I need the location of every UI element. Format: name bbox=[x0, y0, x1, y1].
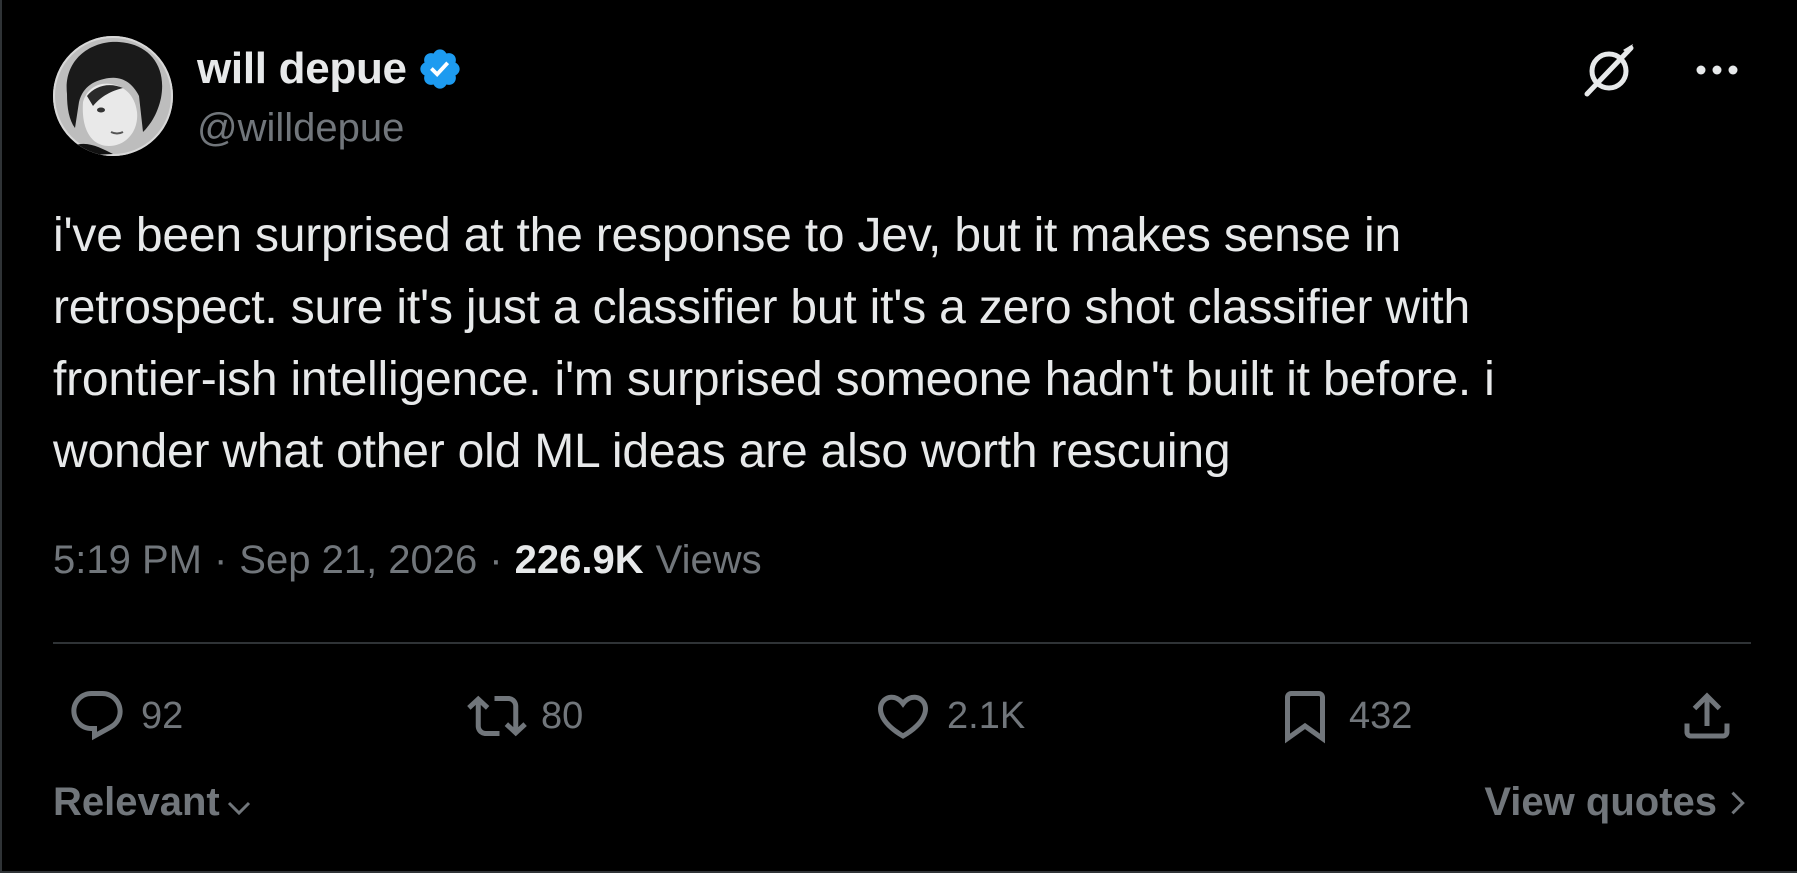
meta-separator: · bbox=[213, 538, 228, 582]
views-count[interactable]: 226.9K bbox=[515, 538, 644, 583]
like-count: 2.1K bbox=[947, 694, 1026, 737]
share-icon bbox=[1684, 692, 1730, 739]
avatar-image bbox=[53, 36, 173, 156]
reply-count: 92 bbox=[141, 694, 184, 737]
repost-button[interactable]: 80 bbox=[467, 680, 583, 752]
heart-icon bbox=[877, 694, 929, 739]
reply-button[interactable]: 92 bbox=[67, 680, 183, 752]
grok-icon[interactable] bbox=[1579, 40, 1639, 100]
tweet-header: will depue @willdepue bbox=[53, 36, 1747, 158]
tweet-footer: Relevant View quotes bbox=[53, 780, 1751, 840]
bookmark-icon bbox=[1285, 691, 1325, 744]
bookmark-button[interactable]: 432 bbox=[1275, 680, 1412, 752]
avatar[interactable] bbox=[53, 36, 173, 156]
action-bar: 92 80 2.1K 432 bbox=[53, 680, 1751, 752]
chevron-right-icon bbox=[1731, 791, 1745, 814]
repost-icon bbox=[467, 695, 527, 737]
verified-badge-icon[interactable] bbox=[417, 46, 463, 92]
views-label[interactable]: Views bbox=[656, 538, 762, 583]
divider bbox=[53, 642, 1751, 644]
more-options-icon[interactable] bbox=[1687, 42, 1747, 98]
author-display-name[interactable]: will depue bbox=[197, 44, 407, 94]
share-button[interactable] bbox=[1677, 680, 1737, 752]
chevron-down-icon bbox=[227, 801, 250, 815]
like-button[interactable]: 2.1K bbox=[873, 680, 1025, 752]
view-quotes-link[interactable]: View quotes bbox=[1484, 780, 1751, 825]
author-handle[interactable]: @willdepue bbox=[197, 106, 404, 151]
tweet-time[interactable]: 5:19 PM bbox=[53, 538, 202, 583]
repost-count: 80 bbox=[541, 694, 584, 737]
tweet-meta: 5:19 PM · Sep 21, 2026 · 226.9K Views bbox=[53, 538, 762, 583]
bookmark-count: 432 bbox=[1349, 694, 1413, 737]
sort-dropdown[interactable]: Relevant bbox=[53, 780, 254, 825]
meta-separator: · bbox=[489, 538, 503, 582]
tweet-date[interactable]: Sep 21, 2026 bbox=[239, 538, 477, 583]
author-name-row[interactable]: will depue bbox=[197, 44, 463, 94]
view-quotes-label: View quotes bbox=[1484, 780, 1717, 824]
reply-icon bbox=[71, 691, 123, 741]
sort-label: Relevant bbox=[53, 780, 220, 824]
tweet-detail-panel: will depue @willdepue i've been surprise… bbox=[0, 0, 1797, 873]
tweet-text: i've been surprised at the response to J… bbox=[53, 209, 1495, 478]
